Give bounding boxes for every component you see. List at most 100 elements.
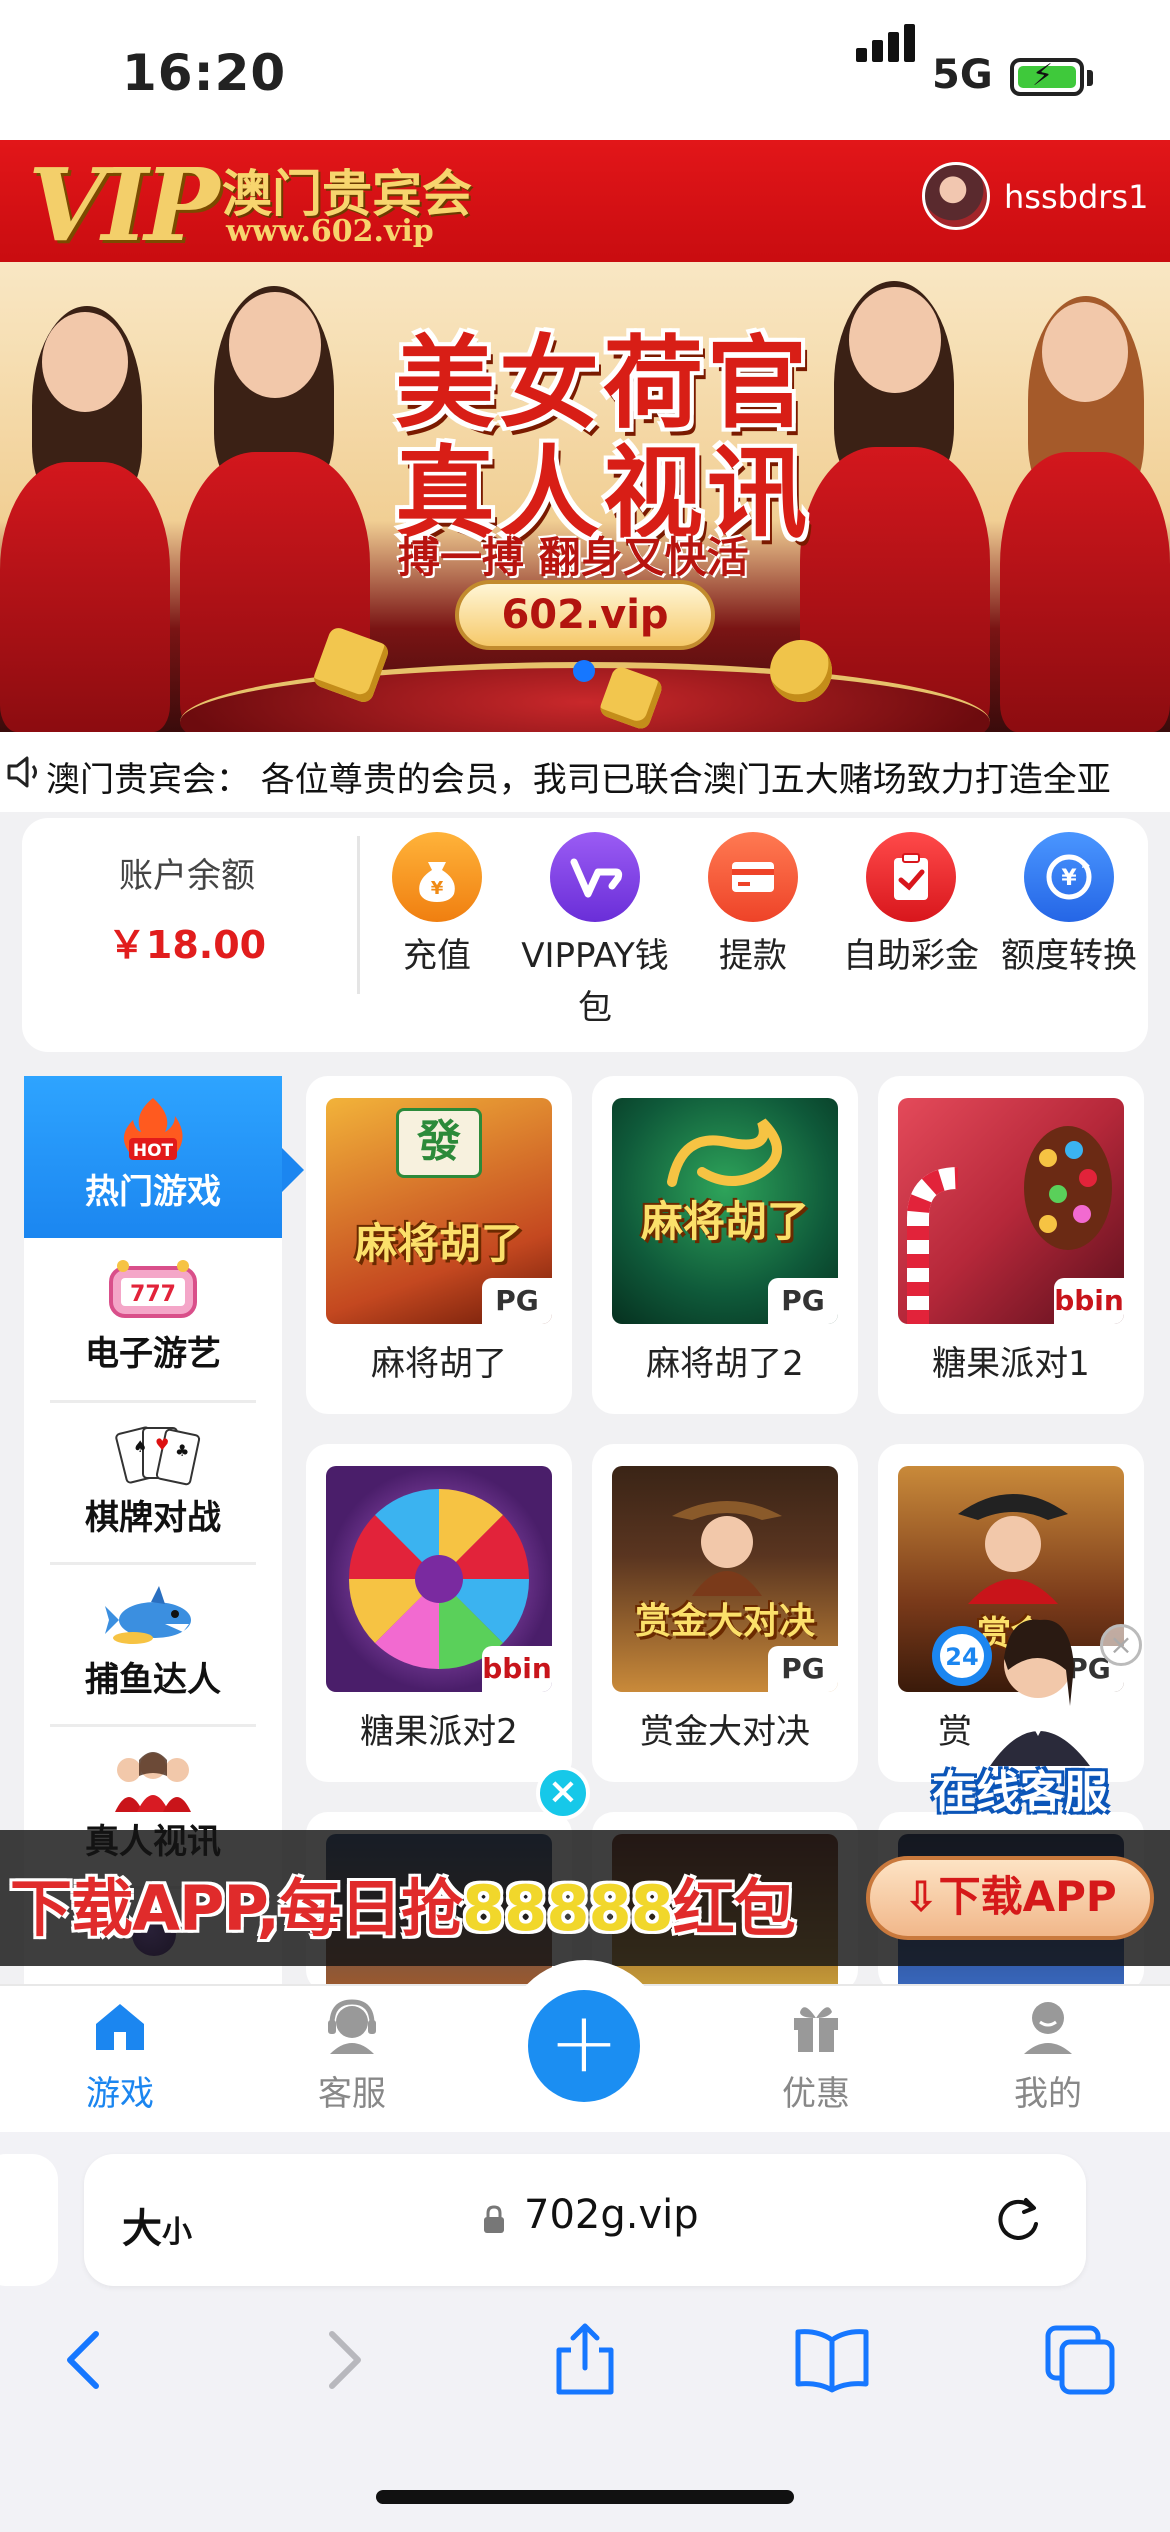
action-transfer[interactable]: ¥ 额度转换 <box>989 832 1149 982</box>
dealer-figure <box>0 306 170 732</box>
exchange-icon: ¥ <box>1024 832 1114 922</box>
sidebar-item-slots[interactable]: 777 电子游艺 <box>24 1238 282 1400</box>
provider-badge: PG <box>768 1278 838 1324</box>
battery-tip <box>1087 70 1093 86</box>
dealer-figure <box>1000 296 1170 732</box>
svg-text:777: 777 <box>130 1282 176 1307</box>
tab-promotions[interactable]: 优惠 <box>726 1996 906 2115</box>
tab-label: 我的 <box>1014 2074 1082 2114</box>
tab-service[interactable]: 客服 <box>262 1996 442 2115</box>
back-icon[interactable] <box>48 2320 128 2400</box>
game-name: 麻将胡了2 <box>646 1344 804 1384</box>
game-card[interactable]: bbin 糖果派对1 <box>878 1076 1144 1414</box>
previous-tab-peek[interactable] <box>0 2154 58 2286</box>
address-bar[interactable]: 大小 702g.vip <box>84 2154 1086 2286</box>
user-icon <box>1024 2002 1072 2054</box>
forward-icon[interactable] <box>300 2320 380 2400</box>
game-art-text: 麻将胡了 <box>640 1197 809 1246</box>
hot-fire-icon: HOT <box>123 1098 183 1161</box>
tab-label: 游戏 <box>86 2074 154 2114</box>
action-withdraw[interactable]: 提款 <box>673 832 833 982</box>
svg-text:¥: ¥ <box>431 878 444 899</box>
svg-text:HOT: HOT <box>133 1141 174 1161</box>
sidebar-item-fishing[interactable]: 捕鱼达人 <box>24 1564 282 1726</box>
active-indicator <box>282 1148 304 1192</box>
action-vippay[interactable]: VIPPAY钱包 <box>515 832 675 1034</box>
home-indicator <box>376 2490 794 2504</box>
speaker-icon <box>7 756 37 788</box>
notice-marquee[interactable]: 澳门贵宾会： 各位尊贵的会员，我司已联合澳门五大赌场致力打造全亚 <box>0 732 1170 812</box>
game-art-text: 麻将胡了 <box>354 1219 523 1268</box>
game-card[interactable]: bbin 糖果派对2 <box>306 1444 572 1782</box>
headset-icon <box>328 1999 376 2054</box>
action-label: 提款 <box>719 936 787 976</box>
center-plus-button[interactable]: + <box>528 1990 640 2102</box>
action-label: 自助彩金 <box>843 936 979 976</box>
sidebar-item-label: 电子游艺 <box>85 1334 221 1374</box>
promo-banner[interactable]: 美女荷官 真人视讯 搏一搏 翻身又快活 602.vip <box>0 262 1170 732</box>
action-recharge[interactable]: ¥ 充值 <box>357 832 517 982</box>
text-size-button[interactable]: 大小 <box>122 2196 192 2254</box>
tabs-icon[interactable] <box>1040 2320 1120 2400</box>
customer-service-label[interactable]: 在线客服 <box>920 1756 1120 1820</box>
action-label: VIPPAY钱包 <box>521 936 669 1028</box>
game-art-text: 赏金大对决 <box>634 1601 815 1642</box>
provider-badge: bbin <box>482 1646 552 1692</box>
banner-site-pill: 602.vip <box>455 580 715 650</box>
download-icon: ⇩ <box>903 1872 939 1921</box>
svg-text:¥: ¥ <box>1061 866 1077 891</box>
site-header: VIP 澳门贵宾会 www.602.vip hssbdrs1 <box>0 140 1170 264</box>
game-name: 糖果派对2 <box>360 1712 518 1752</box>
logo-vip[interactable]: VIP <box>28 146 220 264</box>
action-label: 充值 <box>403 936 471 976</box>
notice-text: 澳门贵宾会： 各位尊贵的会员，我司已联合澳门五大赌场致力打造全亚 <box>46 760 1111 800</box>
pirate-icon <box>958 1494 1068 1604</box>
carousel-indicator[interactable] <box>573 660 595 682</box>
game-name: 糖果派对1 <box>932 1344 1090 1384</box>
url-text[interactable]: 702g.vip <box>524 2192 699 2238</box>
mahjong-tile-icon: 發 <box>396 1108 482 1178</box>
game-card[interactable]: 麻将胡了 PG 麻将胡了2 <box>592 1076 858 1414</box>
card-icon <box>708 832 798 922</box>
gift-icon <box>794 2007 838 2052</box>
download-app-banner[interactable]: 下载APP,每日抢88888红包 ⇩下载APP <box>0 1830 1170 1966</box>
balance-value: ￥18.00 <box>107 923 267 967</box>
live-dealers-icon <box>115 1752 191 1812</box>
game-thumbnail: 發 麻将胡了 PG <box>326 1098 552 1324</box>
support-agent-icon: 24 <box>932 1619 1090 1766</box>
share-icon[interactable] <box>545 2320 625 2400</box>
banner-slogan: 搏一搏 翻身又快活 <box>398 533 749 582</box>
username[interactable]: hssbdrs1 <box>1004 178 1148 216</box>
cowgirl-icon <box>672 1501 782 1596</box>
network-type: 5G <box>932 52 993 98</box>
clipboard-check-icon <box>866 832 956 922</box>
game-thumbnail: bbin <box>326 1466 552 1692</box>
close-icon[interactable]: × <box>1100 1624 1142 1666</box>
tab-mine[interactable]: 我的 <box>958 1996 1138 2115</box>
reload-icon[interactable] <box>992 2194 1044 2246</box>
game-name: 麻将胡了 <box>371 1344 507 1384</box>
game-card[interactable]: 發 麻将胡了 PG 麻将胡了 <box>306 1076 572 1414</box>
provider-badge: PG <box>482 1278 552 1324</box>
action-self-bonus[interactable]: 自助彩金 <box>831 832 991 982</box>
game-name: 赏金大对决 <box>640 1712 810 1752</box>
status-time: 16:20 <box>122 44 287 102</box>
sidebar-item-hot-games[interactable]: HOT 热门游戏 <box>24 1076 282 1238</box>
bookmarks-icon[interactable] <box>792 2320 872 2400</box>
game-thumbnail: 赏金大对决 PG <box>612 1466 838 1692</box>
download-app-button[interactable]: ⇩下载APP <box>866 1856 1154 1940</box>
game-card[interactable]: 赏金大对决 PG 赏金大对决 <box>592 1444 858 1782</box>
tab-games[interactable]: 游戏 <box>30 1996 210 2115</box>
lock-icon <box>484 2205 504 2233</box>
sidebar-item-cards[interactable]: ♠ ♥ ♣ 棋牌对战 <box>24 1402 282 1564</box>
browser-chrome: 大小 702g.vip <box>0 2132 1170 2532</box>
sidebar-item-label: 热门游戏 <box>85 1172 221 1212</box>
game-thumbnail: 麻将胡了 PG <box>612 1098 838 1324</box>
action-label: 额度转换 <box>1001 936 1137 976</box>
sidebar-item-label: 棋牌对战 <box>85 1498 221 1538</box>
avatar[interactable] <box>922 162 990 230</box>
download-bar-close-icon[interactable]: × <box>536 1766 590 1820</box>
tab-label: 优惠 <box>782 2074 850 2114</box>
status-bar: 16:20 5G ⚡ <box>0 0 1170 140</box>
account-panel: 账户余额 ￥18.00 ¥ 充值 VIPPAY钱包 提款 自助彩金 ¥ 额度转换 <box>22 818 1148 1052</box>
